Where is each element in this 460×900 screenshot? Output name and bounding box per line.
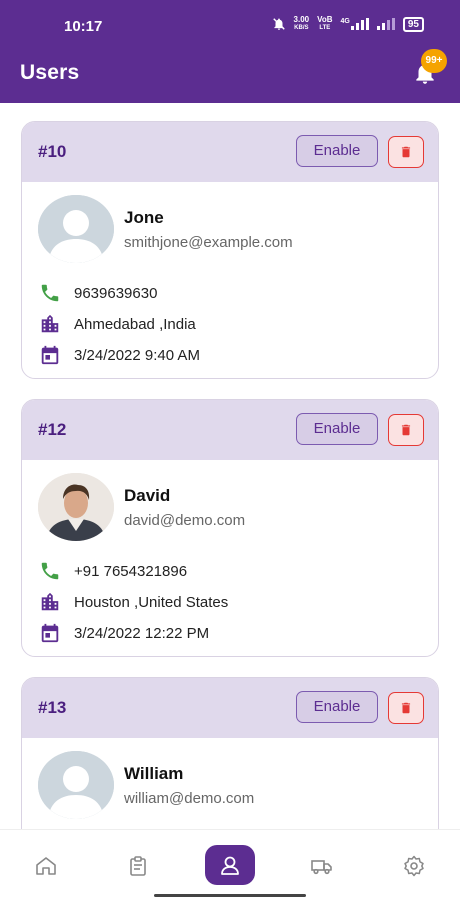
clipboard-icon[interactable] xyxy=(126,854,150,878)
user-id: #13 xyxy=(38,698,67,717)
trash-icon xyxy=(401,424,411,436)
avatar xyxy=(38,195,114,263)
delete-button[interactable] xyxy=(388,692,424,724)
user-email: william@demo.com xyxy=(124,790,255,807)
created-date: 3/24/2022 12:22 PM xyxy=(74,624,210,642)
nav-users-active[interactable] xyxy=(205,845,255,885)
net-speed: 3.00 KB/S xyxy=(293,15,310,32)
card-header: #10 Enable xyxy=(22,122,438,182)
signal-1-icon: 4G xyxy=(341,18,369,30)
user-id: #12 xyxy=(38,420,67,439)
phone-number: 9639639630 xyxy=(74,284,158,302)
app-bar: 10:17 3.00 KB/S VoB LTE 4G 95 Users 99+ xyxy=(0,0,460,103)
city-icon xyxy=(41,592,59,611)
phone-number: +91 7654321896 xyxy=(74,562,188,580)
phone-row: +91 7654321896 xyxy=(38,559,418,583)
page-title: Users xyxy=(20,61,80,84)
location: Houston ,United States xyxy=(74,593,229,611)
avatar xyxy=(38,751,114,819)
bottom-navigation xyxy=(0,829,460,900)
delete-button[interactable] xyxy=(388,136,424,168)
home-icon[interactable] xyxy=(34,854,58,878)
date-row: 3/24/2022 12:22 PM xyxy=(38,621,418,645)
volte-indicator: VoB LTE xyxy=(317,15,333,32)
user-id: #10 xyxy=(38,142,67,161)
user-email: david@demo.com xyxy=(124,512,246,529)
user-name: William xyxy=(124,764,184,783)
gesture-bar xyxy=(154,894,306,897)
trash-icon xyxy=(401,702,411,714)
user-name: David xyxy=(124,486,171,505)
delete-button[interactable] xyxy=(388,414,424,446)
enable-button[interactable]: Enable xyxy=(296,135,378,167)
card-header: #12 Enable xyxy=(22,400,438,460)
trash-icon xyxy=(401,146,411,158)
calendar-icon xyxy=(41,623,59,643)
mute-icon xyxy=(272,18,285,30)
battery-icon: 95 xyxy=(402,16,424,32)
status-time: 10:17 xyxy=(64,18,103,35)
location-row: Ahmedabad ,India xyxy=(38,312,418,336)
enable-button[interactable]: Enable xyxy=(296,413,378,445)
calendar-icon xyxy=(41,345,59,365)
status-bar: 10:17 3.00 KB/S VoB LTE 4G 95 xyxy=(0,0,460,52)
user-name: Jone xyxy=(124,208,164,227)
phone-row: 9639639630 xyxy=(38,281,418,305)
enable-button[interactable]: Enable xyxy=(296,691,378,723)
signal-2-icon xyxy=(376,18,395,30)
created-date: 3/24/2022 9:40 AM xyxy=(74,346,200,364)
phone-icon xyxy=(41,562,59,580)
city-icon xyxy=(41,314,59,333)
location: Ahmedabad ,India xyxy=(74,315,196,333)
user-email: smithjone@example.com xyxy=(124,234,293,251)
avatar xyxy=(38,473,114,541)
phone-icon xyxy=(41,284,59,302)
truck-icon[interactable] xyxy=(310,854,334,878)
status-icons: 3.00 KB/S VoB LTE 4G 95 xyxy=(272,16,424,32)
date-row: 3/24/2022 9:40 AM xyxy=(38,343,418,367)
notification-badge: 99+ xyxy=(421,49,447,73)
settings-icon[interactable] xyxy=(402,854,426,878)
location-row: Houston ,United States xyxy=(38,590,418,614)
user-card: #10 Enable Jone smithjone@example.com 96… xyxy=(21,121,439,379)
card-header: #13 Enable xyxy=(22,678,438,738)
user-card: #12 Enable David david@demo.com +91 7654… xyxy=(21,399,439,657)
user-icon xyxy=(221,856,239,875)
